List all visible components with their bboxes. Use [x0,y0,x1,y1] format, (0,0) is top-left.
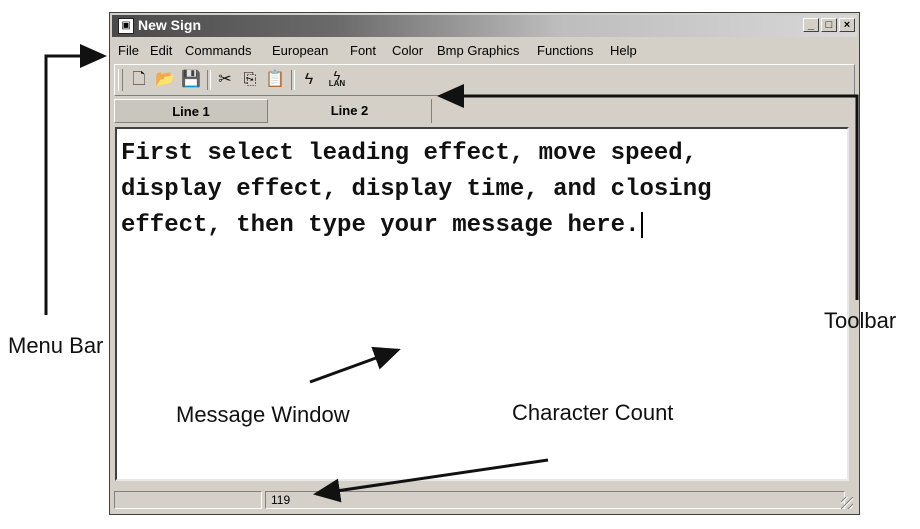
message-window-arrow [309,346,401,384]
toolbar-arrow [437,84,859,300]
menu-bar-arrow [44,44,107,315]
character-count-callout: Character Count [512,400,674,425]
message-window-callout: Message Window [176,402,350,427]
callout-arrows [44,44,859,503]
toolbar-callout: Toolbar [824,308,897,333]
character-count-arrow [313,458,549,503]
menu-bar-callout: Menu Bar [8,333,104,358]
